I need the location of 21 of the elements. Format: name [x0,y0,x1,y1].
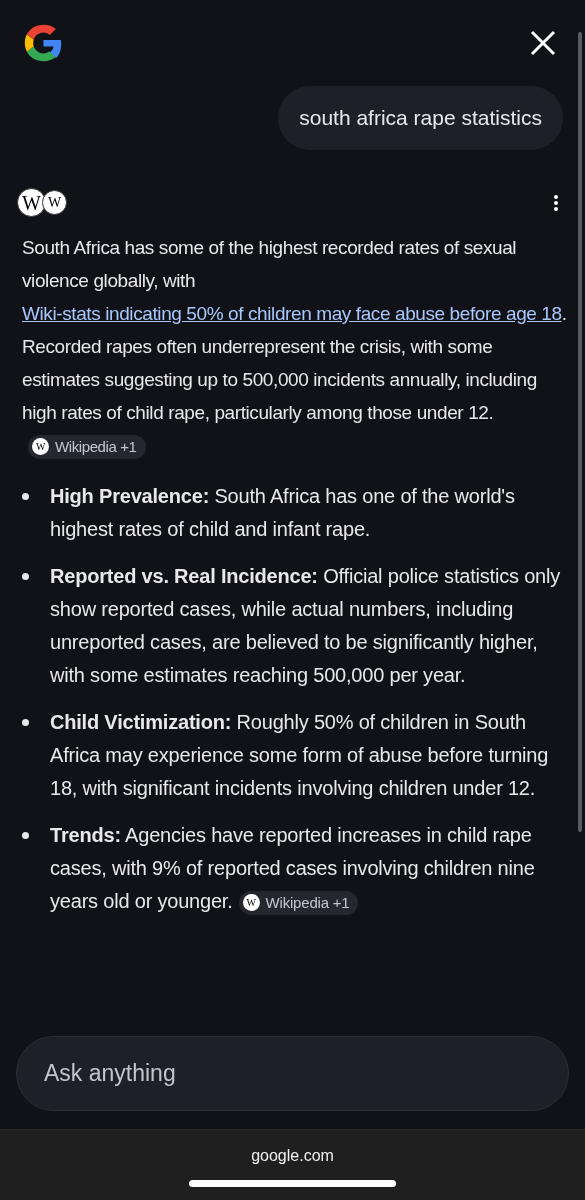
bullet-item: High Prevalence: South Africa has one of the world's highest rates of child and infant rape. [50,484,516,542]
bullet-item: Child Victimization: Roughly 50% of children in South Africa may experience some form of abuse before turning 18, with significant incidents involving children under 12. [50,710,550,801]
source-avatar[interactable]: W [42,190,67,215]
more-options-icon[interactable] [553,193,559,212]
bullet-item: Reported vs. Real Incidence: Official police statistics only show reported cases, while actual numbers, including unreported cases, are believed to be significantly higher, with some estimates reaching 500,000 per year. [50,564,561,688]
query-bubble: south africa rape statistics [278,86,563,150]
bullet-icon [22,573,29,580]
bullet-icon [22,832,29,839]
ask-input-field[interactable]: Ask anything [16,1036,569,1111]
bullet-item: Trends: Agencies have reported increases in child rape cases, with 9% of reported cases involving children nine years old or younger. W Wikipedia +1 [50,819,561,918]
bullet-icon [22,493,29,500]
wiki-stats-link[interactable]: Wiki-stats indicating 50% of children may face abuse before age 18 [22,303,562,324]
answer-paragraph: South Africa has some of the highest recorded rates of sexual violence globally, with Wiki-stats indicating 50% of children may face abuse before age 18. Recorded rapes often underrepresent the crisis, with some estimates suggesting up to 500,000 incidents annually, including high rates of child rape, particularly among those under 12. W Wikipedia +1 [0,231,585,462]
url-text[interactable]: google.com [251,1146,334,1166]
wikipedia-icon: W [242,894,260,912]
source-chip[interactable]: W Wikipedia +1 [238,890,359,915]
bullet-icon [22,719,29,726]
source-avatar[interactable]: W [17,188,46,217]
close-icon[interactable] [530,30,556,56]
wikipedia-icon: W [32,438,49,456]
source-chip[interactable]: W Wikipedia +1 [28,435,146,459]
